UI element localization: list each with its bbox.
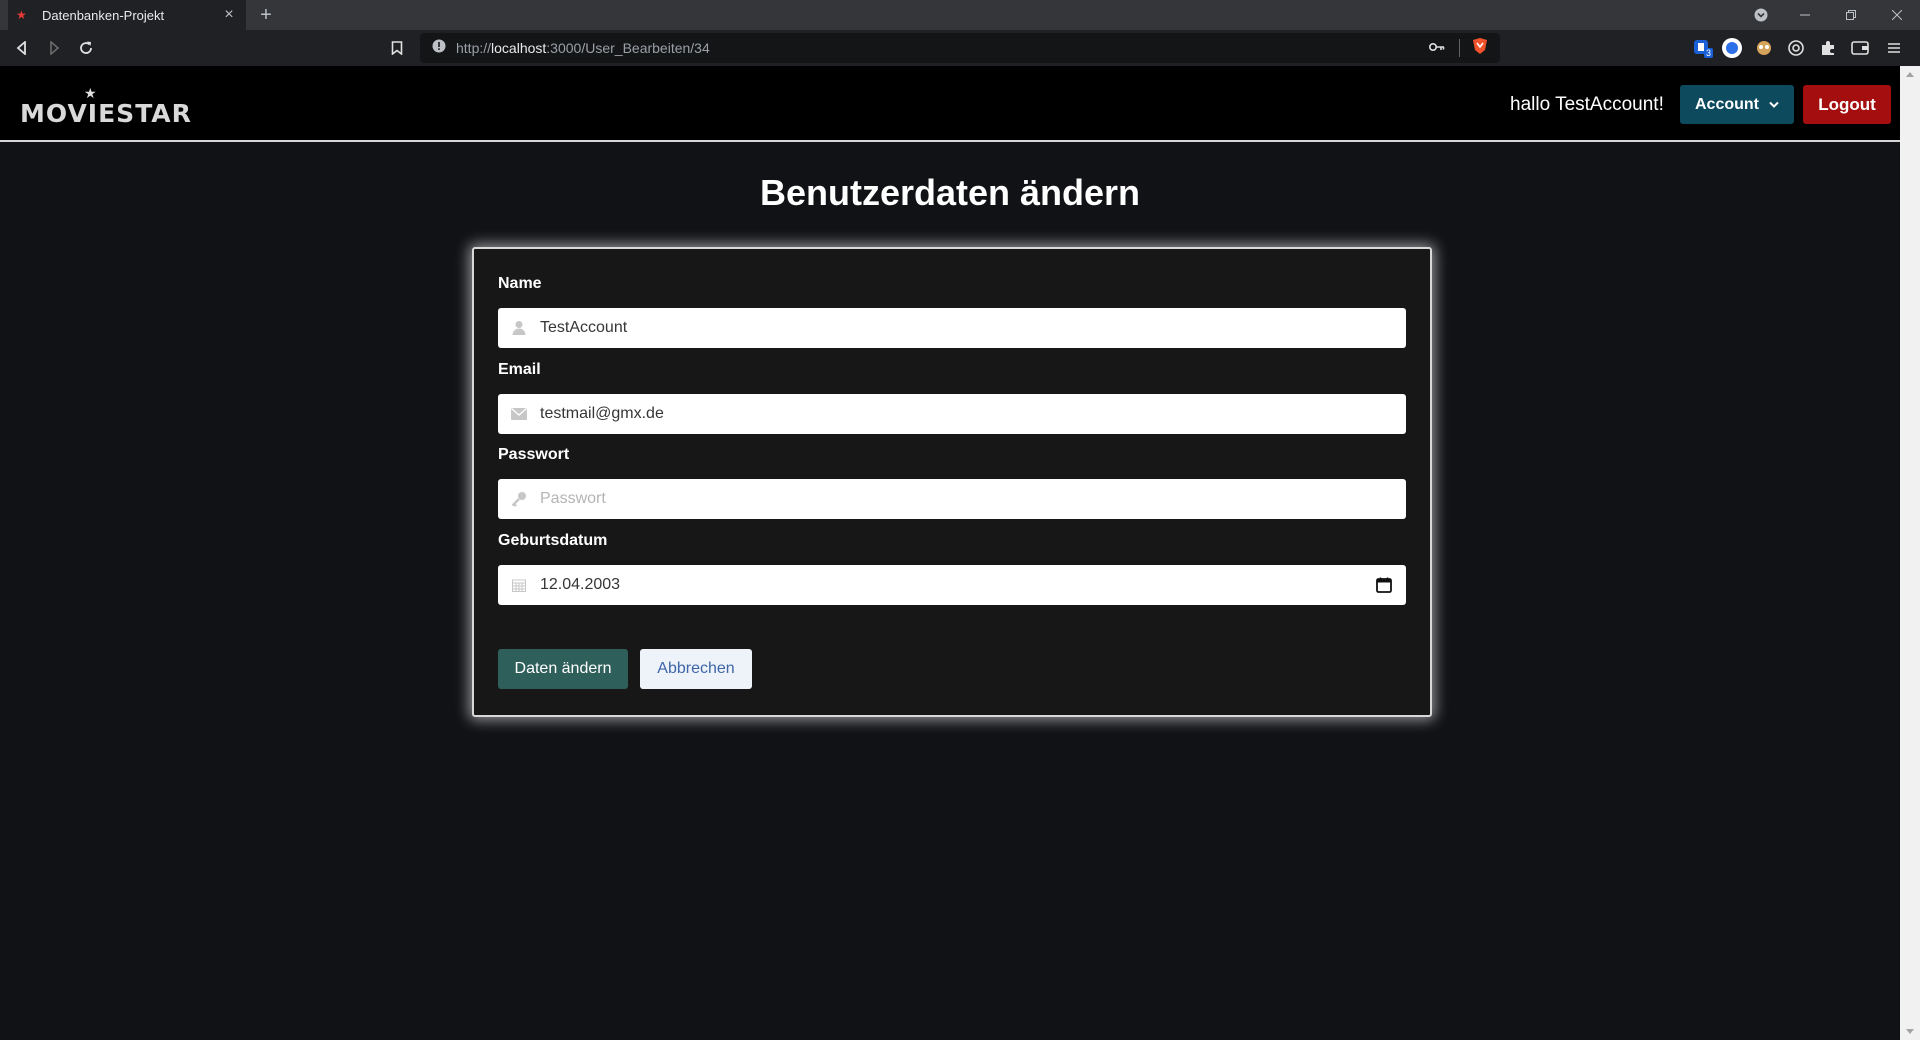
save-button[interactable]: Daten ändern xyxy=(498,649,628,689)
user-icon xyxy=(498,320,540,336)
password-placeholder: Passwort xyxy=(540,490,606,507)
email-input[interactable]: testmail@gmx.de xyxy=(498,394,1406,434)
bookmark-icon[interactable] xyxy=(385,36,409,60)
target-extension-icon[interactable] xyxy=(1784,36,1808,60)
cookie-extension-icon[interactable] xyxy=(1752,36,1776,60)
calendar-grid-icon xyxy=(498,578,540,592)
menu-icon[interactable] xyxy=(1882,36,1906,60)
wallet-icon[interactable] xyxy=(1848,36,1872,60)
browser-toolbar: http://localhost:3000/User_Bearbeiten/34… xyxy=(0,30,1920,66)
moviestar-logo[interactable]: ★ MOVIESTAR xyxy=(20,84,192,128)
email-label: Email xyxy=(498,361,541,378)
email-value: testmail@gmx.de xyxy=(540,405,664,422)
page-content: ★ MOVIESTAR hallo TestAccount! Account L… xyxy=(0,66,1900,1040)
close-window-icon[interactable] xyxy=(1874,0,1920,30)
birthdate-label: Geburtsdatum xyxy=(498,532,608,549)
logo-star-icon: ★ xyxy=(84,86,98,102)
password-label: Passwort xyxy=(498,446,570,463)
url-prefix: http:// xyxy=(456,40,492,56)
tab-close-icon[interactable]: × xyxy=(220,6,238,24)
extension-badge-count: 3 xyxy=(1704,48,1714,58)
site-info-icon[interactable] xyxy=(432,39,446,58)
brave-shield-icon[interactable] xyxy=(1472,37,1488,60)
url-host: localhost xyxy=(491,40,547,56)
logout-button[interactable]: Logout xyxy=(1803,85,1891,124)
cancel-button[interactable]: Abbrechen xyxy=(640,649,752,689)
navbar: ★ MOVIESTAR hallo TestAccount! Account L… xyxy=(0,66,1900,142)
minimize-icon[interactable] xyxy=(1782,0,1828,30)
extension-badge-icon[interactable]: 3 xyxy=(1690,36,1714,60)
key-icon[interactable] xyxy=(1428,39,1445,57)
key-icon xyxy=(498,491,540,507)
logo-text: MOVIESTAR xyxy=(20,99,192,128)
name-input[interactable]: TestAccount xyxy=(498,308,1406,348)
envelope-icon xyxy=(498,408,540,420)
puzzle-extensions-icon[interactable] xyxy=(1816,36,1840,60)
translate-extension-icon[interactable] xyxy=(1720,36,1744,60)
calendar-picker-icon[interactable] xyxy=(1362,577,1406,593)
forward-icon[interactable] xyxy=(42,36,66,60)
birthdate-input[interactable]: 12.04.2003 xyxy=(498,565,1406,605)
url-path: :3000/User_Bearbeiten/34 xyxy=(546,40,710,56)
browser-tabstrip: ★ Datenbanken-Projekt × + xyxy=(0,0,1920,30)
edit-user-form: Name TestAccount Email testmail@gmx.de P… xyxy=(472,247,1432,717)
page-scrollbar[interactable] xyxy=(1900,66,1920,1040)
account-dropdown-button[interactable]: Account xyxy=(1680,85,1794,124)
password-input[interactable]: Passwort xyxy=(498,479,1406,519)
page-title: Benutzerdaten ändern xyxy=(759,172,1141,213)
omnibox-divider xyxy=(1459,39,1460,57)
account-label: Account xyxy=(1695,95,1759,113)
restore-icon[interactable] xyxy=(1828,0,1874,30)
birthdate-value: 12.04.2003 xyxy=(540,576,621,593)
back-icon[interactable] xyxy=(10,36,34,60)
scroll-up-icon[interactable] xyxy=(1906,72,1914,77)
url-text: http://localhost:3000/User_Bearbeiten/34 xyxy=(456,40,1429,56)
new-tab-button[interactable]: + xyxy=(254,3,278,27)
name-value: TestAccount xyxy=(540,319,628,336)
tab-title: Datenbanken-Projekt xyxy=(42,7,165,23)
chevron-down-icon xyxy=(1769,96,1779,114)
tab-search-icon[interactable] xyxy=(1738,0,1784,30)
greeting-text: hallo TestAccount! xyxy=(1510,94,1664,115)
star-favicon-icon: ★ xyxy=(16,8,27,22)
browser-tab[interactable]: ★ Datenbanken-Projekt × xyxy=(8,0,246,30)
address-bar[interactable]: http://localhost:3000/User_Bearbeiten/34 xyxy=(420,33,1500,63)
name-label: Name xyxy=(498,275,542,292)
scroll-down-icon[interactable] xyxy=(1906,1029,1914,1034)
reload-icon[interactable] xyxy=(74,36,98,60)
